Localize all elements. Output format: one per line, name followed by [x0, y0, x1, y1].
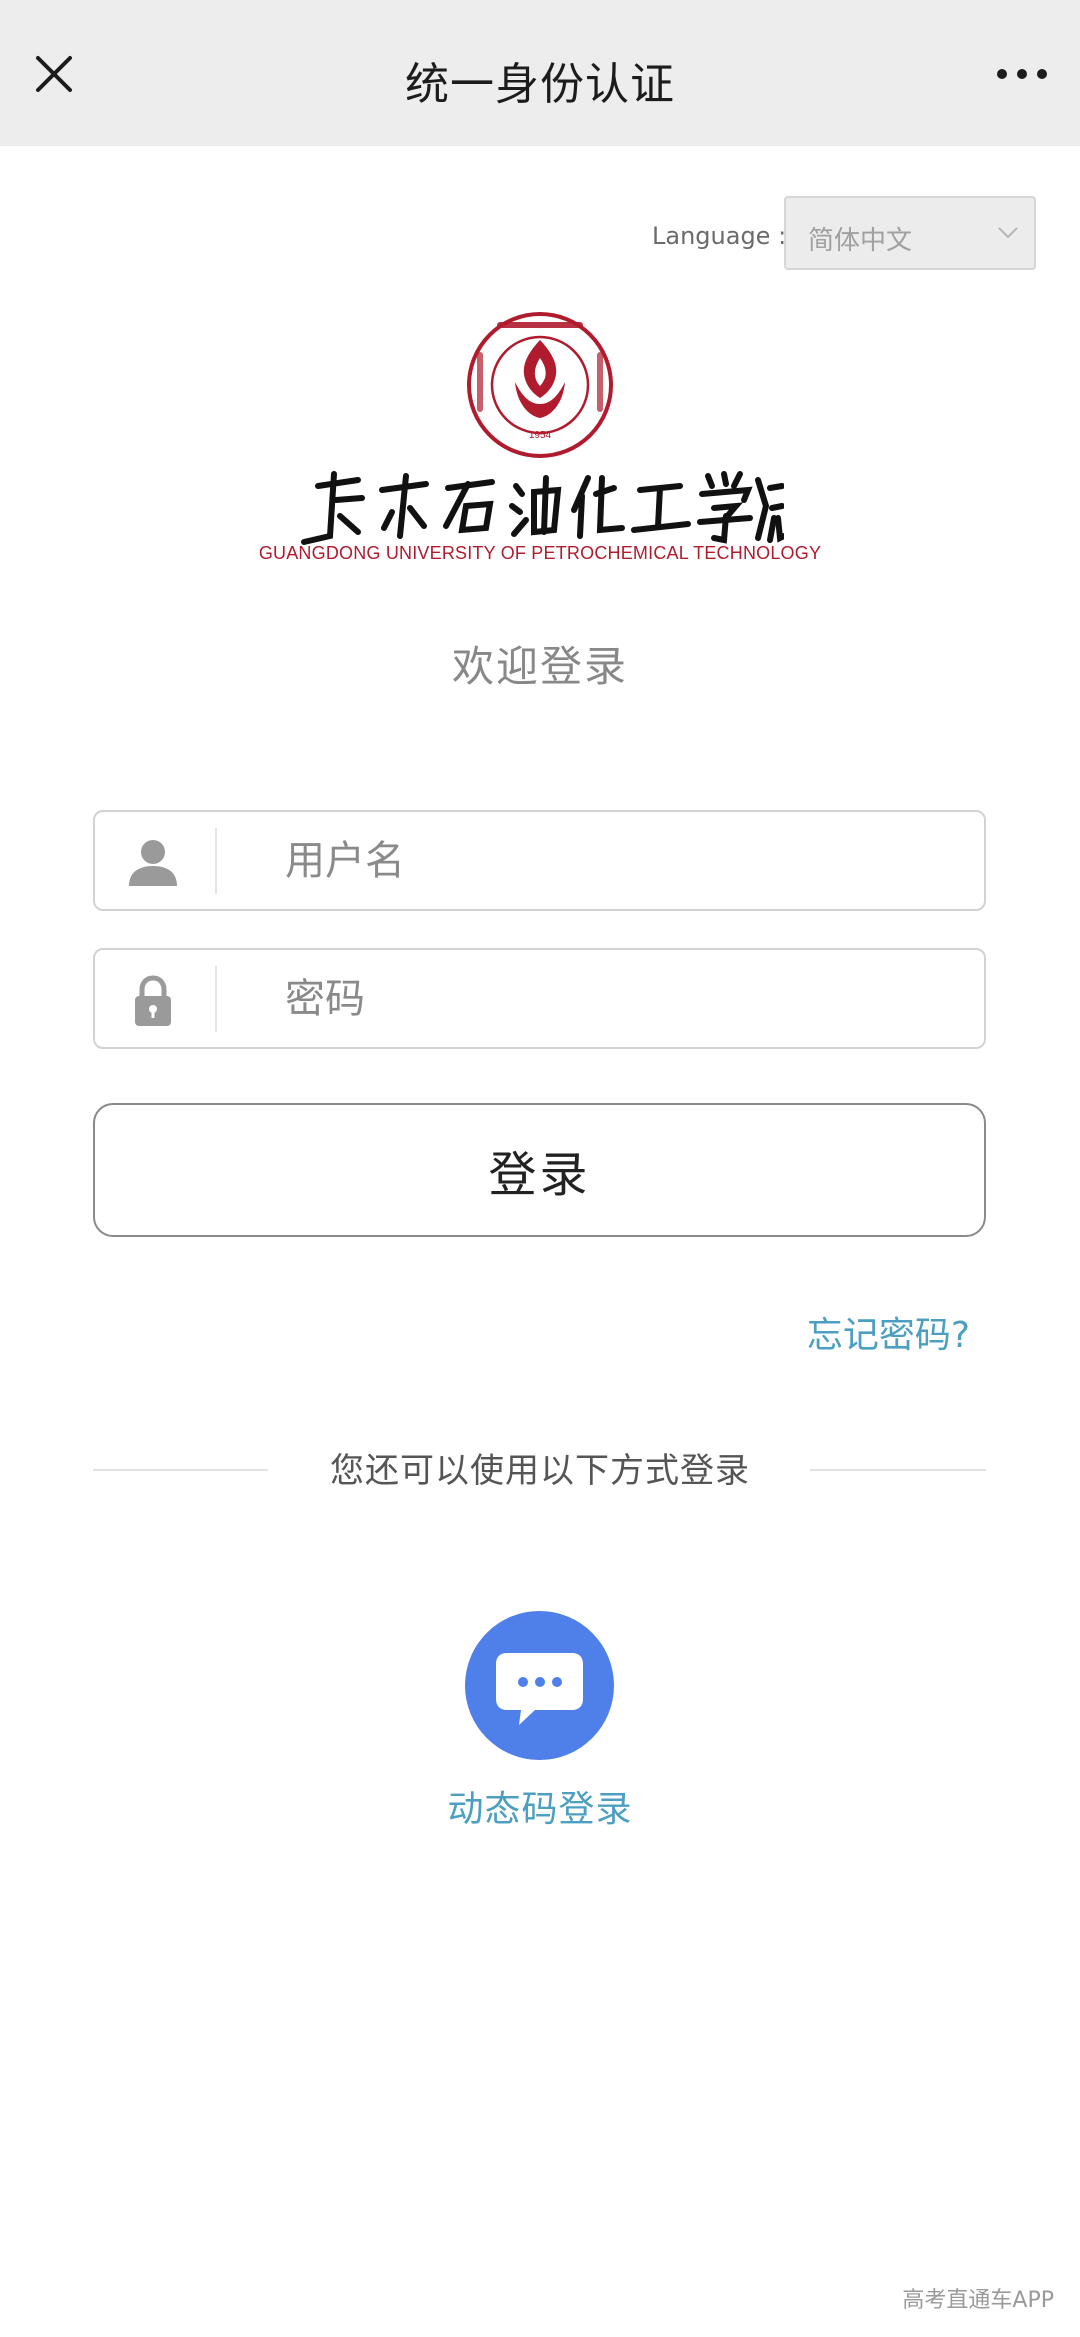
- login-button[interactable]: 登录: [93, 1103, 986, 1237]
- forgot-password-link[interactable]: 忘记密码?: [807, 1306, 970, 1358]
- username-input[interactable]: [285, 830, 945, 892]
- otp-login-label[interactable]: 动态码登录: [0, 1780, 1080, 1832]
- field-divider: [215, 966, 217, 1032]
- lock-icon: [135, 975, 171, 1026]
- login-page: 统一身份认证 Language : 简体中文 1954 GUANGDONG UN…: [0, 0, 1080, 2337]
- username-field[interactable]: [93, 810, 986, 911]
- language-selected-value: 简体中文: [808, 226, 913, 256]
- password-field[interactable]: [93, 948, 986, 1049]
- alternative-login-heading: 您还可以使用以下方式登录: [330, 1451, 750, 1491]
- university-name-english: GUANGDONG UNIVERSITY OF PETROCHEMICAL TE…: [258, 543, 822, 563]
- language-select[interactable]: 简体中文: [784, 196, 1036, 270]
- watermark-text: 高考直通车APP: [902, 2288, 1054, 2313]
- user-icon: [129, 840, 177, 886]
- welcome-heading: 欢迎登录: [451, 642, 628, 691]
- password-input[interactable]: [285, 968, 945, 1030]
- top-navigation-bar: 统一身份认证: [0, 0, 1080, 146]
- page-title: 统一身份认证: [405, 59, 675, 110]
- field-divider: [215, 828, 217, 894]
- more-horizontal-icon: [997, 69, 1047, 79]
- chevron-down-icon: [998, 227, 1018, 239]
- university-name-calligraphy: [301, 471, 784, 545]
- chat-bubble-icon: [496, 1653, 583, 1725]
- otp-login-button[interactable]: [465, 1611, 614, 1760]
- seal-year: 1954: [529, 430, 552, 441]
- more-options-button[interactable]: [992, 56, 1052, 92]
- university-seal-logo: 1954: [467, 312, 613, 458]
- language-label: Language :: [652, 222, 787, 250]
- divider-line-right: [810, 1469, 986, 1471]
